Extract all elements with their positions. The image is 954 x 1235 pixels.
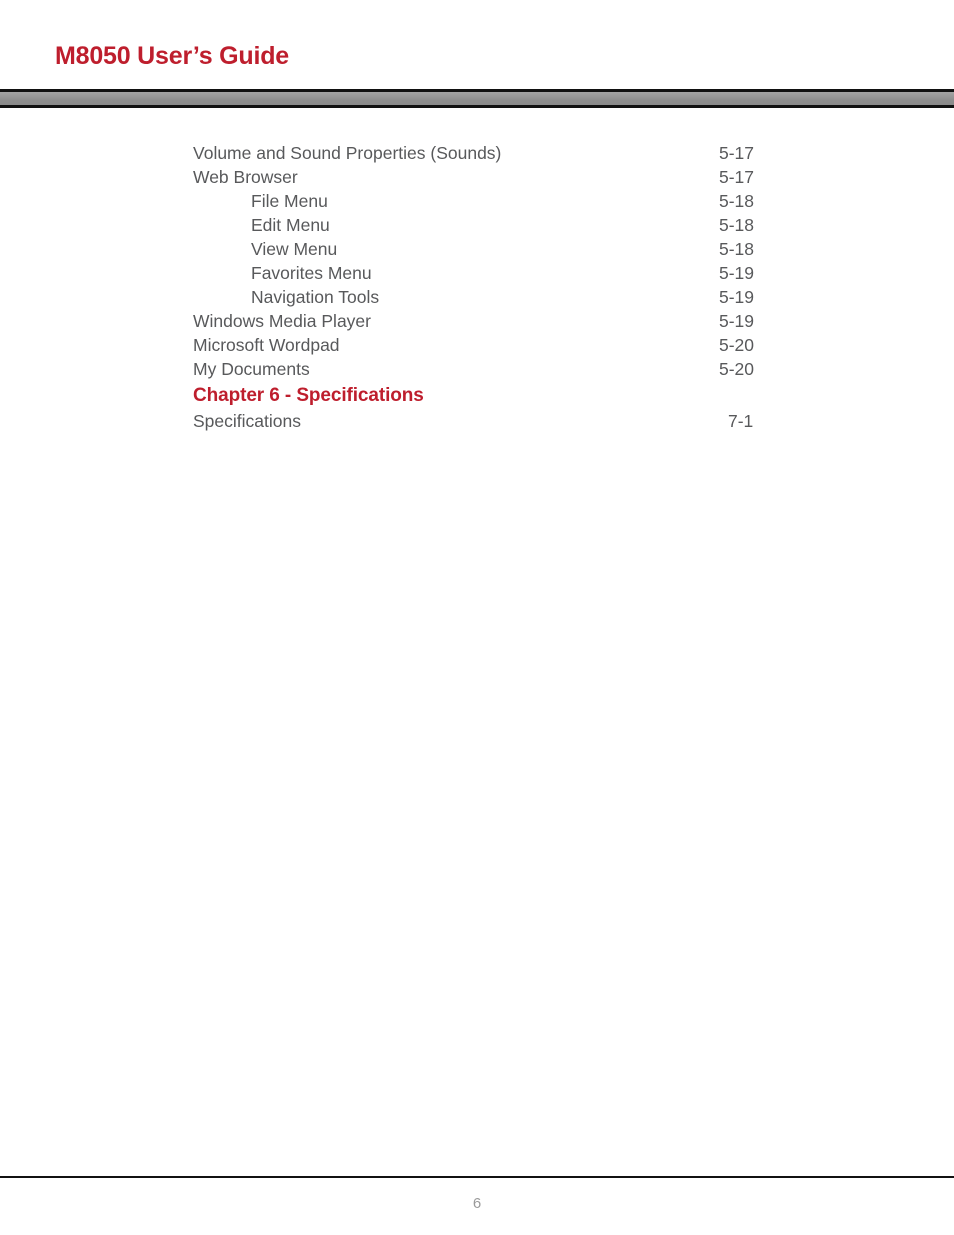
- page-title: M8050 User’s Guide: [55, 42, 290, 70]
- toc-entry[interactable]: Windows Media Player 5-19: [0, 309, 954, 333]
- toc-entry-page-number: 5-18: [719, 239, 755, 259]
- toc-entry-label: My Documents: [193, 359, 310, 379]
- toc-entry[interactable]: Favorites Menu 5-19: [0, 261, 954, 285]
- toc-entry-label: Specifications: [193, 411, 301, 431]
- toc-entry[interactable]: Navigation Tools 5-19: [0, 285, 954, 309]
- toc-entry-page-number: 5-17: [719, 167, 755, 187]
- toc-entry-page-number: 5-17: [719, 143, 755, 163]
- table-of-contents: Volume and Sound Properties (Sounds) 5-17…: [0, 141, 954, 433]
- toc-entry-page-number: 5-19: [719, 311, 755, 331]
- toc-entry[interactable]: Edit Menu 5-18: [0, 213, 954, 237]
- toc-entry-label: Web Browser: [193, 167, 298, 187]
- toc-entry-page-number: 5-20: [719, 335, 755, 355]
- toc-entry-page-number: 5-20: [719, 359, 755, 379]
- footer-rule: [0, 1176, 954, 1178]
- toc-entry[interactable]: File Menu 5-18: [0, 189, 954, 213]
- toc-entry-label: File Menu: [251, 191, 328, 211]
- toc-entry[interactable]: My Documents 5-20: [0, 357, 954, 381]
- toc-entry[interactable]: View Menu 5-18: [0, 237, 954, 261]
- page-header: M8050 User’s Guide: [0, 0, 954, 110]
- toc-entry-label: Favorites Menu: [251, 263, 372, 283]
- toc-entry-label: Microsoft Wordpad: [193, 335, 340, 355]
- toc-entry-page-number: 5-18: [719, 215, 755, 235]
- toc-entry-page-number: 5-18: [719, 191, 755, 211]
- toc-entry[interactable]: Web Browser 5-17: [0, 165, 954, 189]
- footer-page-number: 6: [472, 1195, 482, 1212]
- toc-entry-label: Windows Media Player: [193, 311, 371, 331]
- header-decorative-band: [0, 92, 954, 105]
- toc-entry[interactable]: Volume and Sound Properties (Sounds) 5-17: [0, 141, 954, 165]
- toc-entry[interactable]: Microsoft Wordpad 5-20: [0, 333, 954, 357]
- toc-chapter-label: Chapter 6 - Specifications: [193, 385, 424, 406]
- toc-entry-page-number: 7-1: [728, 411, 754, 431]
- header-rule-bottom: [0, 105, 954, 108]
- toc-entry-label: Volume and Sound Properties (Sounds): [193, 143, 502, 163]
- toc-entry[interactable]: Specifications 7-1: [0, 409, 954, 433]
- toc-entry-page-number: 5-19: [719, 263, 755, 283]
- toc-entry-label: Navigation Tools: [251, 287, 380, 307]
- toc-chapter-heading[interactable]: Chapter 6 - Specifications: [0, 383, 954, 409]
- page-footer: 6: [0, 1170, 954, 1235]
- toc-entry-page-number: 5-19: [719, 287, 755, 307]
- toc-entry-label: View Menu: [251, 239, 338, 259]
- toc-entry-label: Edit Menu: [251, 215, 330, 235]
